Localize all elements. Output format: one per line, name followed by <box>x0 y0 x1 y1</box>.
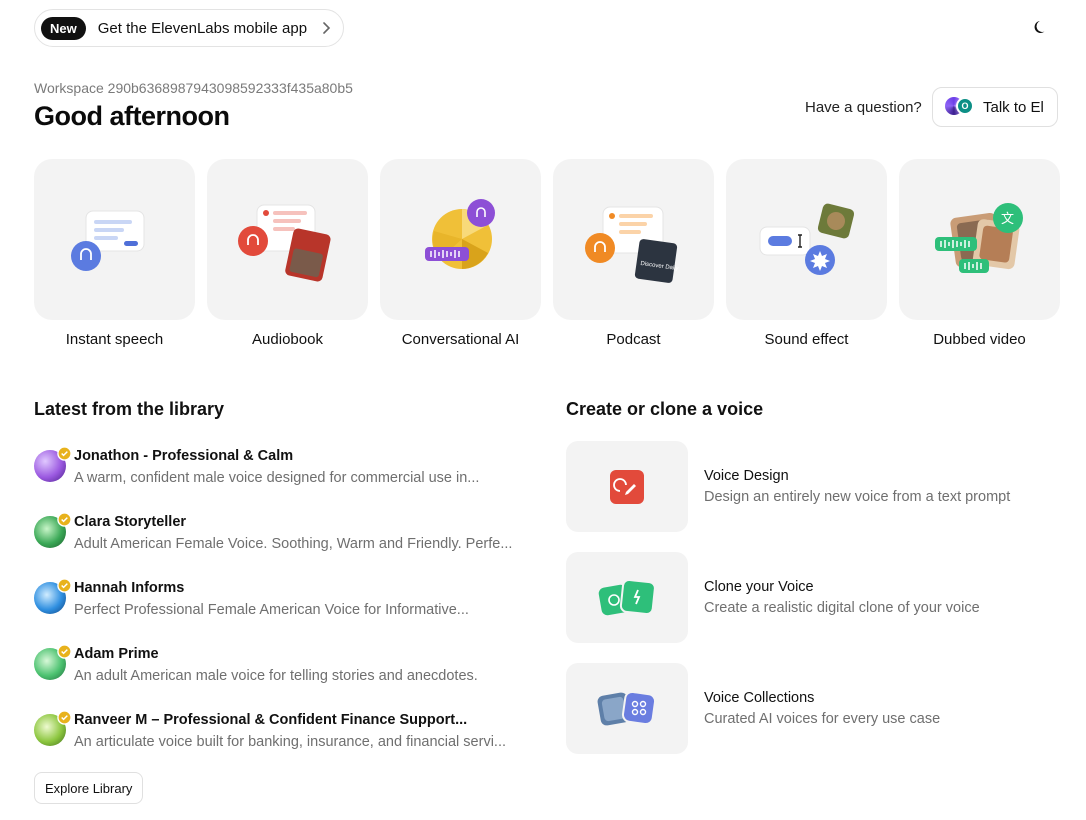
clone-voice-icon <box>566 551 688 643</box>
verified-badge-icon <box>57 578 72 593</box>
voice-description: Adult American Female Voice. Soothing, W… <box>74 536 513 552</box>
voice-name: Jonathon - Professional & Calm <box>74 448 294 464</box>
tile-conversational-ai[interactable]: Conversational AI <box>380 159 541 348</box>
mobile-app-promo[interactable]: New Get the ElevenLabs mobile app <box>34 9 344 47</box>
podcast-illustration: Discover Daily <box>553 159 714 320</box>
tile-podcast[interactable]: Discover Daily Podcast <box>553 159 714 348</box>
verified-badge-icon <box>57 644 72 659</box>
verified-badge-icon <box>57 446 72 461</box>
voice-name: Adam Prime <box>74 646 159 662</box>
quick-actions: Instant speech Audiobook Conversational … <box>34 159 1060 348</box>
library-item[interactable]: Adam Prime An adult American male voice … <box>34 644 534 711</box>
conversational-ai-illustration <box>380 159 541 320</box>
tile-label: Conversational AI <box>401 331 520 348</box>
instant-speech-illustration <box>34 159 195 320</box>
library-item[interactable]: Hannah Informs Perfect Professional Fema… <box>34 578 534 645</box>
dubbed-video-illustration: 文 <box>899 159 1060 320</box>
tile-label: Sound effect <box>764 331 849 348</box>
voice-avatar <box>34 512 72 548</box>
option-title: Voice Collections <box>704 689 815 706</box>
option-description: Curated AI voices for every use case <box>704 710 941 727</box>
talk-to-el-button[interactable]: O Talk to El <box>932 87 1058 127</box>
voice-name: Ranveer M – Professional & Confident Fin… <box>74 712 468 728</box>
verified-badge-icon <box>57 512 72 527</box>
voice-collections-item[interactable]: Voice Collections Curated AI voices for … <box>566 662 1056 754</box>
option-title: Voice Design <box>704 467 789 484</box>
voice-collections-icon <box>566 662 688 754</box>
create-voice-list: Voice Design Design an entirely new voic… <box>566 440 1056 773</box>
page-title: Good afternoon <box>34 101 230 131</box>
sound-effect-illustration <box>726 159 887 320</box>
option-description: Create a realistic digital clone of your… <box>704 599 980 616</box>
moon-icon[interactable] <box>1030 17 1050 37</box>
clone-voice-item[interactable]: Clone your Voice Create a realistic digi… <box>566 551 1056 643</box>
explore-library-button[interactable]: Explore Library <box>34 772 144 804</box>
tile-label: Audiobook <box>252 331 323 348</box>
library-item[interactable]: Clara Storyteller Adult American Female … <box>34 512 534 579</box>
voice-description: An adult American male voice for telling… <box>74 668 478 684</box>
tile-sound-effect[interactable]: Sound effect <box>726 159 887 348</box>
option-title: Clone your Voice <box>704 578 814 595</box>
library-item[interactable]: Jonathon - Professional & Calm A warm, c… <box>34 446 534 513</box>
library-section-title: Latest from the library <box>34 399 225 419</box>
talk-button-label: Talk to El <box>983 98 1044 116</box>
voice-avatar <box>34 710 72 746</box>
create-section-title: Create or clone a voice <box>566 399 764 419</box>
tile-instant-speech[interactable]: Instant speech <box>34 159 195 348</box>
question-label: Have a question? <box>805 99 922 116</box>
tile-label: Podcast <box>606 331 661 348</box>
voice-avatar <box>34 644 72 680</box>
audiobook-illustration <box>207 159 368 320</box>
svg-text:文: 文 <box>1001 212 1014 227</box>
voice-name: Clara Storyteller <box>74 514 187 530</box>
voice-name: Hannah Informs <box>74 580 185 596</box>
option-description: Design an entirely new voice from a text… <box>704 488 1011 505</box>
verified-badge-icon <box>57 710 72 725</box>
agent-avatar: O <box>956 97 974 115</box>
tile-label: Dubbed video <box>933 331 1026 348</box>
library-item[interactable]: Ranveer M – Professional & Confident Fin… <box>34 710 534 777</box>
voice-design-icon <box>566 440 688 532</box>
voice-description: An articulate voice built for banking, i… <box>74 734 507 750</box>
workspace-id: Workspace 290b6368987943098592333f435a80… <box>34 80 353 96</box>
chevron-right-icon <box>319 21 333 35</box>
voice-avatar <box>34 446 72 482</box>
promo-text: Get the ElevenLabs mobile app <box>97 19 308 37</box>
tile-label: Instant speech <box>65 331 164 348</box>
voice-description: Perfect Professional Female American Voi… <box>74 602 469 618</box>
library-list: Jonathon - Professional & Calm A warm, c… <box>34 446 534 777</box>
new-badge: New <box>41 16 86 40</box>
voice-description: A warm, confident male voice designed fo… <box>74 470 480 486</box>
tile-dubbed-video[interactable]: 文 Dubbed video <box>899 159 1060 348</box>
voice-design-item[interactable]: Voice Design Design an entirely new voic… <box>566 440 1056 532</box>
agent-avatars: O <box>945 97 975 117</box>
voice-avatar <box>34 578 72 614</box>
tile-audiobook[interactable]: Audiobook <box>207 159 368 348</box>
